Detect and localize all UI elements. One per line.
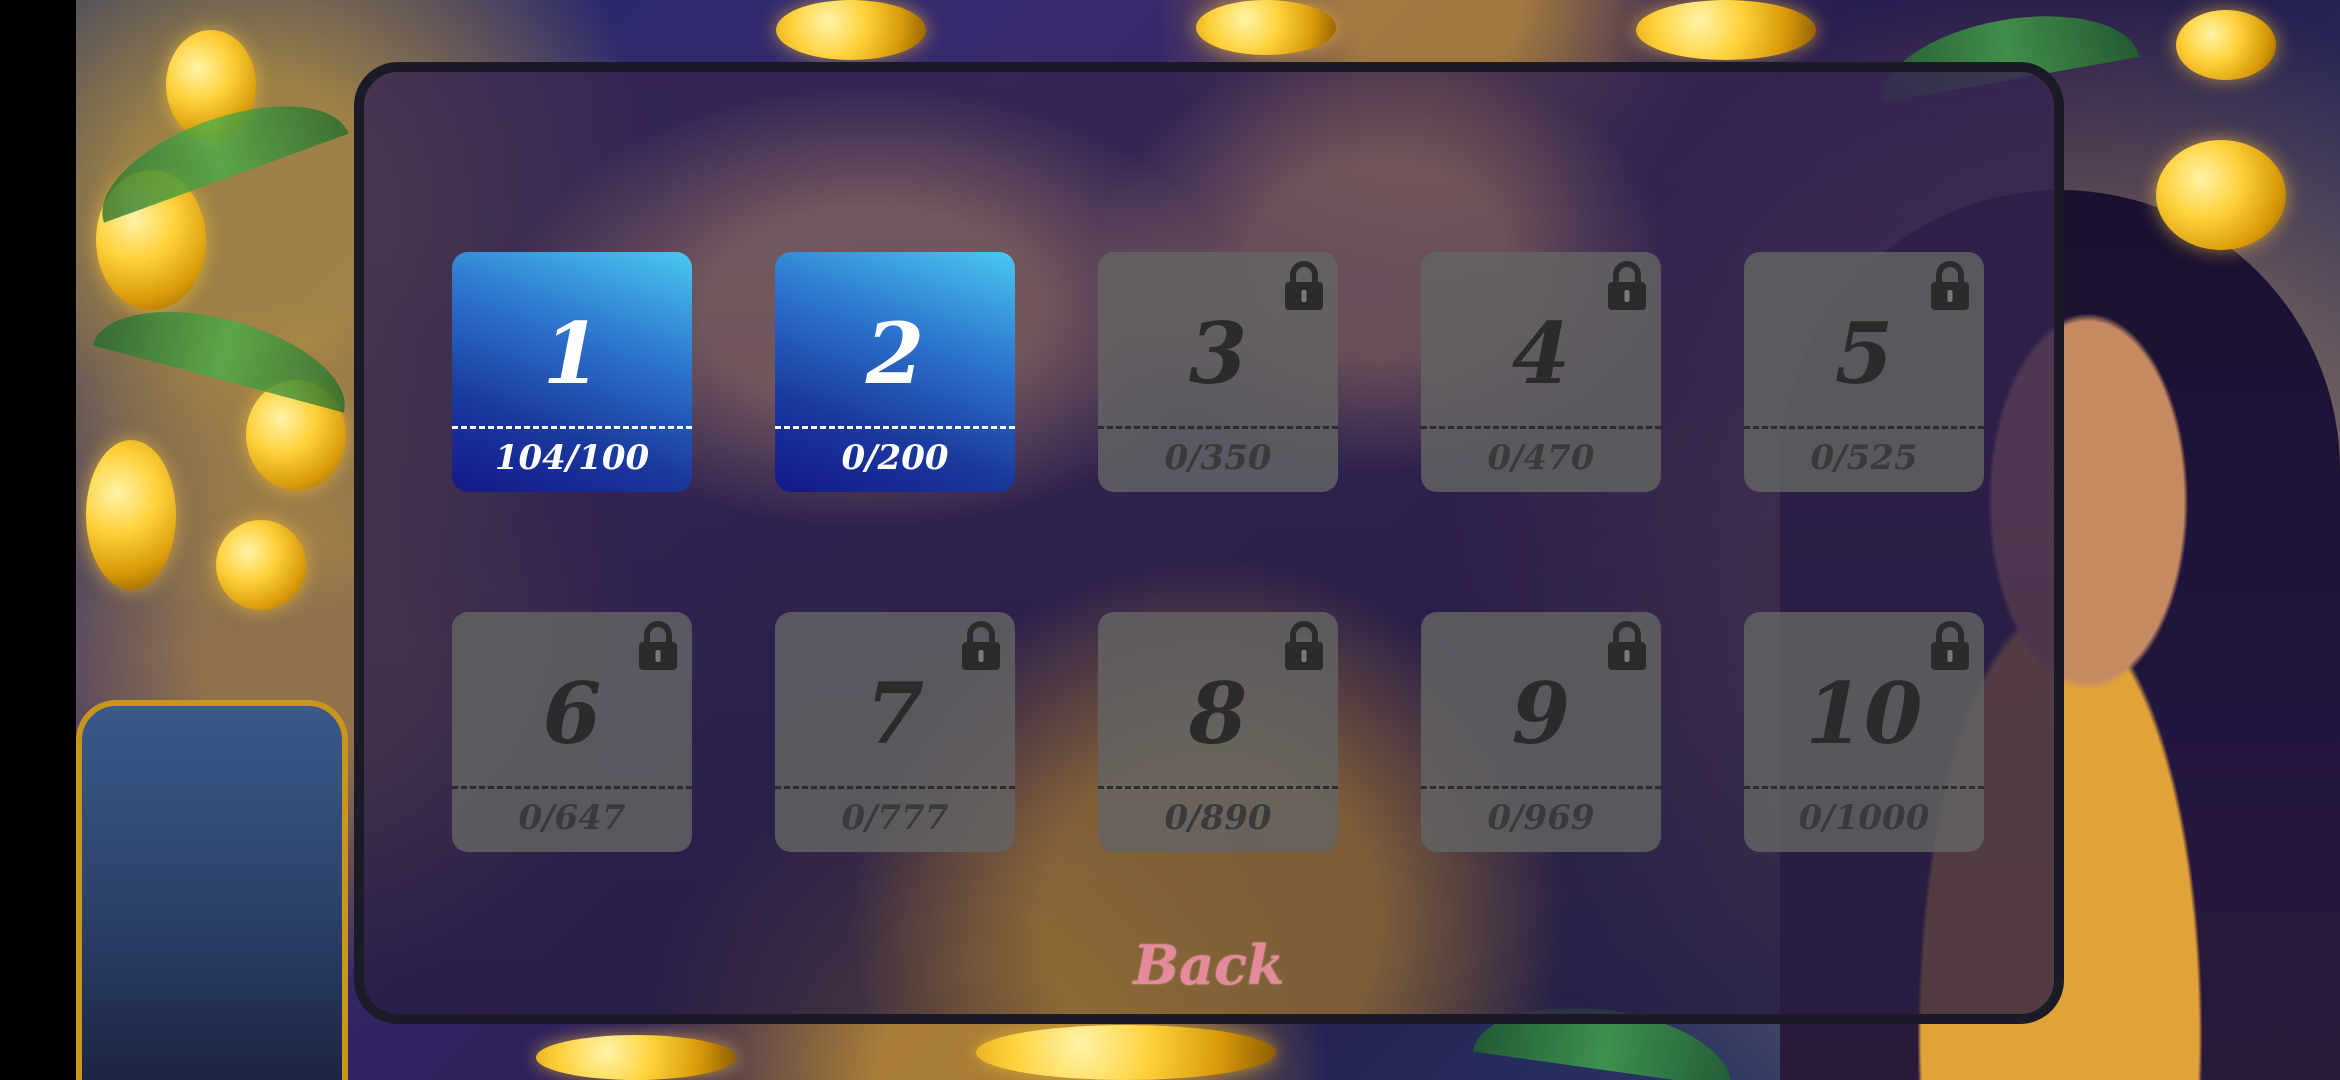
level-tile-6[interactable]: 6 0/647 bbox=[452, 612, 692, 852]
level-progress: 0/647 bbox=[518, 798, 626, 838]
level-divider bbox=[1098, 426, 1338, 429]
level-number: 8 bbox=[1188, 664, 1248, 763]
level-tile-2[interactable]: 2 0/200 bbox=[775, 252, 1015, 492]
gold-coin-decor bbox=[776, 0, 926, 60]
level-divider bbox=[1421, 426, 1661, 429]
level-tile-5[interactable]: 5 0/525 bbox=[1744, 252, 1984, 492]
level-select-panel: 1 104/100 2 0/200 3 0/350 4 0/470 5 0/52… bbox=[354, 62, 2064, 1024]
level-divider bbox=[1744, 786, 1984, 789]
gold-coin-decor bbox=[1636, 0, 1816, 60]
gold-coin-decor bbox=[536, 1035, 736, 1080]
level-divider bbox=[775, 786, 1015, 789]
level-divider bbox=[775, 426, 1015, 429]
level-number: 9 bbox=[1511, 664, 1571, 763]
level-divider bbox=[1421, 786, 1661, 789]
gold-coin-decor bbox=[2176, 10, 2276, 80]
level-tile-3[interactable]: 3 0/350 bbox=[1098, 252, 1338, 492]
level-progress: 0/350 bbox=[1164, 438, 1272, 478]
level-number: 5 bbox=[1834, 304, 1894, 403]
level-divider bbox=[1744, 426, 1984, 429]
back-button[interactable]: Back bbox=[364, 932, 2054, 998]
level-progress: 0/1000 bbox=[1798, 798, 1930, 838]
level-divider bbox=[1098, 786, 1338, 789]
level-progress: 0/200 bbox=[841, 438, 949, 478]
level-progress: 0/777 bbox=[841, 798, 949, 838]
level-number: 10 bbox=[1805, 664, 1923, 763]
level-progress: 104/100 bbox=[494, 438, 650, 478]
level-progress: 0/525 bbox=[1810, 438, 1918, 478]
level-tile-10[interactable]: 10 0/1000 bbox=[1744, 612, 1984, 852]
level-progress: 0/969 bbox=[1487, 798, 1595, 838]
level-number: 1 bbox=[542, 304, 602, 403]
level-divider bbox=[452, 786, 692, 789]
level-number: 6 bbox=[542, 664, 602, 763]
level-tile-7[interactable]: 7 0/777 bbox=[775, 612, 1015, 852]
level-tile-9[interactable]: 9 0/969 bbox=[1421, 612, 1661, 852]
level-number: 2 bbox=[865, 304, 925, 403]
treasure-chest-art bbox=[76, 700, 348, 1080]
gold-coin-decor bbox=[976, 1025, 1276, 1080]
level-number: 3 bbox=[1188, 304, 1248, 403]
level-tile-4[interactable]: 4 0/470 bbox=[1421, 252, 1661, 492]
gold-coin-decor bbox=[86, 440, 176, 590]
gold-coin-decor bbox=[2156, 140, 2286, 250]
level-number: 4 bbox=[1511, 304, 1571, 403]
panel-slot-art bbox=[364, 72, 2054, 1014]
gold-coin-decor bbox=[1196, 0, 1336, 55]
gold-coin-decor bbox=[216, 520, 306, 610]
level-progress: 0/470 bbox=[1487, 438, 1595, 478]
level-progress: 0/890 bbox=[1164, 798, 1272, 838]
level-tile-1[interactable]: 1 104/100 bbox=[452, 252, 692, 492]
level-tile-8[interactable]: 8 0/890 bbox=[1098, 612, 1338, 852]
level-number: 7 bbox=[865, 664, 925, 763]
level-divider bbox=[452, 426, 692, 429]
